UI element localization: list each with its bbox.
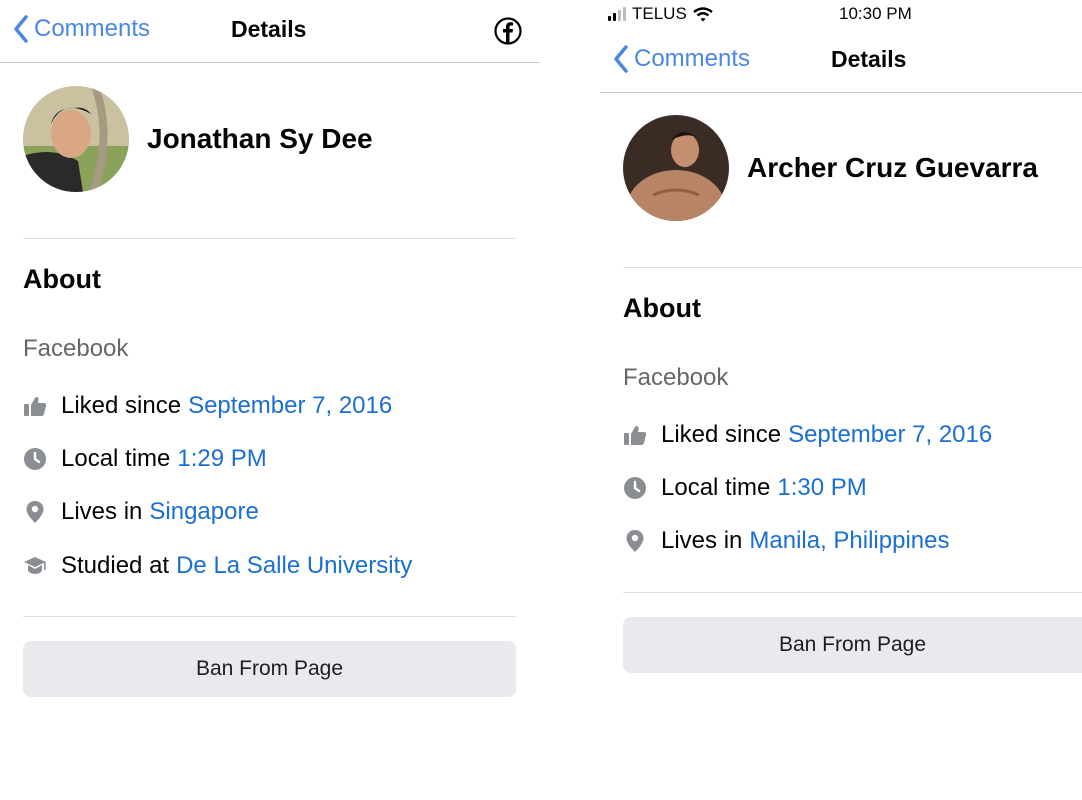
right-screen: TELUS 10:30 PM Comments Details Archer C…	[600, 0, 1082, 800]
ban-from-page-button[interactable]: Ban From Page	[623, 617, 1082, 673]
lives-in-link[interactable]: Singapore	[149, 498, 258, 526]
back-button[interactable]: Comments	[12, 14, 150, 44]
studied-at-row: Studied at De La Salle University	[23, 552, 412, 580]
chevron-left-icon	[614, 45, 628, 73]
facebook-logo-icon[interactable]	[494, 17, 522, 45]
nav-bar: Comments Details	[600, 30, 1082, 93]
profile-header: Archer Cruz Guevarra	[623, 115, 1038, 221]
wifi-icon	[693, 6, 713, 21]
source-label: Facebook	[623, 364, 729, 391]
row-label: Liked since	[61, 392, 182, 419]
location-pin-icon	[23, 500, 47, 524]
profile-header: Jonathan Sy Dee	[23, 86, 373, 192]
liked-since-link[interactable]: September 7, 2016	[788, 421, 992, 449]
lives-in-row: Lives in Manila, Philippines	[623, 527, 949, 555]
liked-since-row: Liked since September 7, 2016	[623, 421, 992, 449]
avatar[interactable]	[23, 86, 129, 192]
chevron-left-icon	[14, 15, 28, 43]
page-title: Details	[831, 46, 907, 72]
about-heading: About	[623, 293, 701, 323]
profile-name: Archer Cruz Guevarra	[747, 152, 1039, 183]
divider	[23, 616, 516, 617]
local-time-link[interactable]: 1:29 PM	[177, 445, 266, 473]
lives-in-link[interactable]: Manila, Philippines	[749, 527, 949, 555]
row-label: Local time	[61, 445, 171, 472]
status-time: 10:30 PM	[839, 4, 912, 23]
back-label: Comments	[34, 15, 151, 42]
divider	[623, 267, 1082, 268]
local-time-link[interactable]: 1:30 PM	[777, 474, 866, 502]
liked-since-link[interactable]: September 7, 2016	[188, 392, 392, 420]
location-pin-icon	[623, 529, 647, 553]
left-screen: Comments Details Jonathan Sy Dee About F…	[0, 0, 540, 800]
status-bar: TELUS 10:30 PM	[608, 4, 1082, 26]
row-label: Lives in	[661, 527, 743, 554]
studied-at-link[interactable]: De La Salle University	[176, 552, 412, 580]
liked-since-row: Liked since September 7, 2016	[23, 392, 392, 420]
back-label: Comments	[634, 45, 751, 72]
thumbs-up-icon	[23, 394, 47, 418]
ban-from-page-button[interactable]: Ban From Page	[23, 641, 516, 697]
signal-strength-icon	[608, 6, 626, 21]
local-time-row: Local time 1:30 PM	[623, 474, 867, 502]
back-button[interactable]: Comments	[612, 44, 750, 74]
row-label: Liked since	[661, 421, 782, 448]
carrier-name: TELUS	[632, 4, 687, 23]
lives-in-row: Lives in Singapore	[23, 498, 259, 526]
profile-name: Jonathan Sy Dee	[147, 123, 373, 154]
nav-bar: Comments Details	[0, 0, 540, 63]
local-time-row: Local time 1:29 PM	[23, 445, 267, 473]
clock-icon	[623, 476, 647, 500]
clock-icon	[23, 447, 47, 471]
divider	[23, 238, 516, 239]
graduation-cap-icon	[23, 554, 47, 578]
row-label: Studied at	[61, 552, 170, 579]
source-label: Facebook	[23, 335, 129, 362]
divider	[623, 592, 1082, 593]
thumbs-up-icon	[623, 423, 647, 447]
row-label: Local time	[661, 474, 771, 501]
avatar[interactable]	[623, 115, 729, 221]
row-label: Lives in	[61, 498, 143, 525]
about-heading: About	[23, 264, 101, 294]
page-title: Details	[231, 16, 307, 42]
